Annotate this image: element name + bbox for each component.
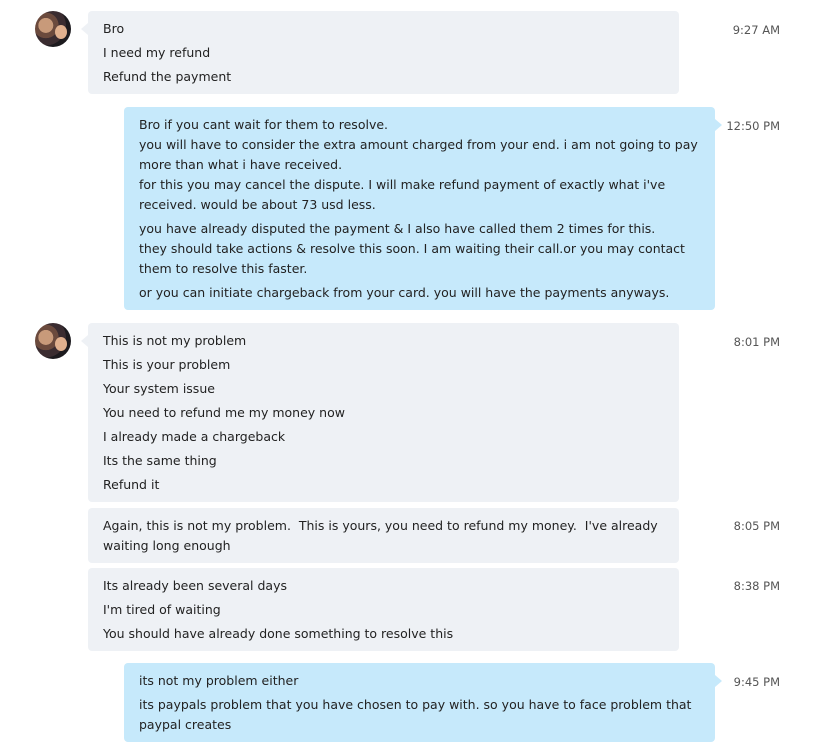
message-timestamp: 8:01 PM <box>733 335 780 349</box>
message-text: for this you may cancel the dispute. I w… <box>139 177 670 212</box>
contact-avatar[interactable] <box>35 323 71 359</box>
message-text: I'm tired of waiting <box>103 602 221 617</box>
contact-avatar[interactable] <box>35 11 71 47</box>
message-timestamp: 8:38 PM <box>733 579 780 593</box>
avatar-face <box>55 25 67 39</box>
message-text: You should have already done something t… <box>103 626 454 641</box>
message-text: I need my refund <box>103 45 211 60</box>
message-text: Bro if you cant wait for them to resolve… <box>139 117 389 132</box>
incoming-message-bubble[interactable]: Again, this is not my problem. This is y… <box>88 508 679 563</box>
bubble-tail <box>81 335 88 347</box>
message-timestamp: 9:27 AM <box>732 23 780 37</box>
message-timestamp: 9:45 PM <box>733 675 780 689</box>
message-text: you have already disputed the payment & … <box>139 221 656 236</box>
message-timestamp: 12:50 PM <box>726 119 780 133</box>
message-text: Its already been several days <box>103 578 287 593</box>
message-text: Refund the payment <box>103 69 232 84</box>
message-text: Its the same thing <box>103 453 217 468</box>
message-text: you will have to consider the extra amou… <box>139 137 702 172</box>
avatar-face <box>55 337 67 351</box>
incoming-message-bubble[interactable]: Bro I need my refund Refund the payment <box>81 11 679 94</box>
message-text: This is your problem <box>103 357 231 372</box>
incoming-message-bubble[interactable]: This is not my problem This is your prob… <box>81 323 679 502</box>
bubble-tail <box>715 675 722 687</box>
message-timestamp: 8:05 PM <box>733 519 780 533</box>
bubble-tail <box>715 119 722 131</box>
message-text: Bro <box>103 21 125 36</box>
message-text: its paypals problem that you have chosen… <box>139 697 696 732</box>
outgoing-message-bubble[interactable]: Bro if you cant wait for them to resolve… <box>124 107 722 310</box>
message-text: Refund it <box>103 477 160 492</box>
message-text: they should take actions & resolve this … <box>139 241 689 276</box>
message-text: its not my problem either <box>139 673 299 688</box>
message-text: I already made a chargeback <box>103 429 286 444</box>
incoming-message-bubble[interactable]: Its already been several days I'm tired … <box>88 568 679 651</box>
message-text: Your system issue <box>103 381 215 396</box>
message-text: or you can initiate chargeback from your… <box>139 285 670 300</box>
message-text: Again, this is not my problem. This is y… <box>103 518 662 553</box>
message-text: This is not my problem <box>103 333 247 348</box>
message-text: You need to refund me my money now <box>103 405 345 420</box>
bubble-tail <box>81 23 88 35</box>
outgoing-message-bubble[interactable]: its not my problem either its paypals pr… <box>124 663 722 742</box>
